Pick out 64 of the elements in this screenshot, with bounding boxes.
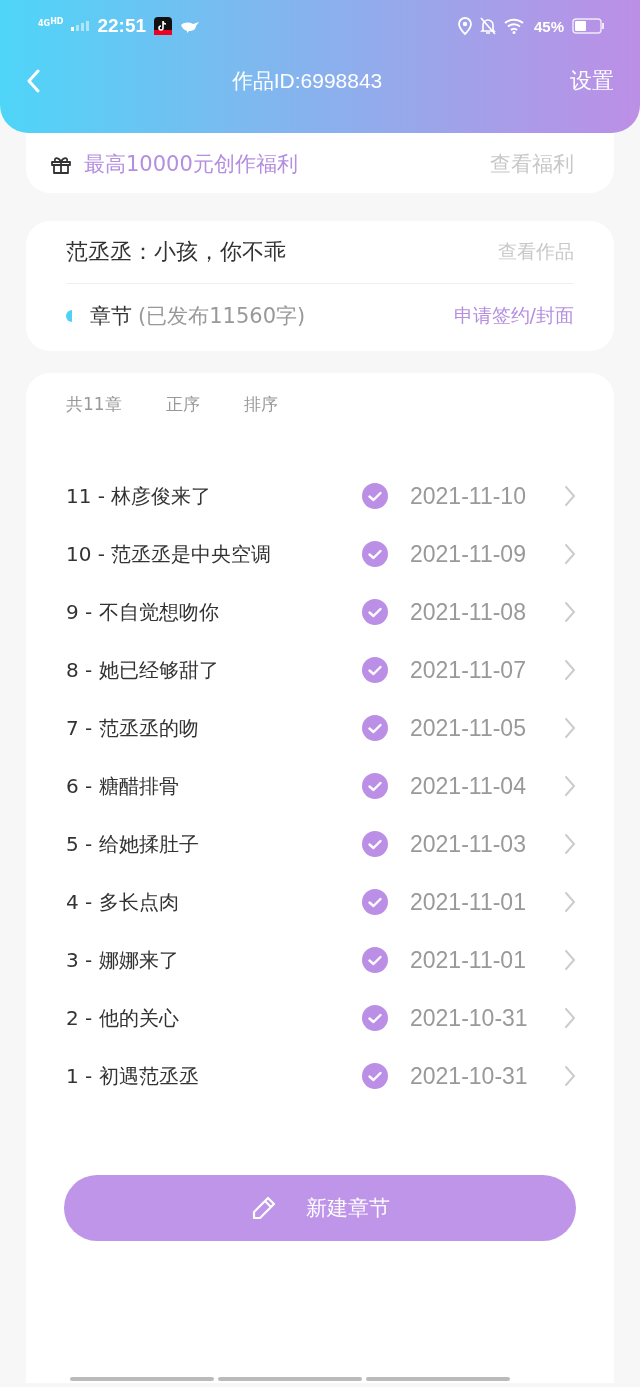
chapter-title: 8 - 她已经够甜了 (66, 656, 220, 684)
chevron-icon (564, 485, 576, 507)
chapter-title: 1 - 初遇范丞丞 (66, 1062, 200, 1090)
chapter-title: 11 - 林彦俊来了 (66, 482, 213, 510)
wifi-icon (503, 18, 526, 34)
signal-icon (71, 21, 90, 31)
chapter-date: 2021-11-09 (410, 540, 527, 568)
work-title: 范丞丞：小孩，你不乖 (66, 238, 287, 266)
chevron-icon (564, 1065, 576, 1087)
chapter-row[interactable]: 11 - 林彦俊来了 2021-11-10 (66, 467, 576, 525)
network-type: 4G (38, 19, 51, 28)
chapter-title: 3 - 娜娜来了 (66, 946, 180, 974)
chapter-row[interactable]: 3 - 娜娜来了 2021-11-01 (66, 931, 576, 989)
chevron-icon (564, 717, 576, 739)
chapter-date: 2021-11-10 (410, 482, 527, 510)
chevron-icon (564, 949, 576, 971)
chapter-date: 2021-11-01 (410, 946, 527, 974)
chapter-row[interactable]: 4 - 多长点肉 2021-11-01 (66, 873, 576, 931)
battery-icon (572, 18, 604, 34)
chapter-date: 2021-11-08 (410, 598, 527, 626)
back-icon (26, 69, 40, 93)
chapter-title: 9 - 不自觉想吻你 (66, 598, 220, 626)
app-icon (154, 17, 173, 35)
chapter-date: 2021-11-03 (410, 830, 527, 858)
page-title: 作品ID:6998843 (231, 68, 383, 94)
chevron-icon (564, 833, 576, 855)
chapter-date: 2021-11-07 (410, 656, 527, 684)
clock: 22:51 (97, 15, 147, 37)
chapter-row[interactable]: 2 - 他的关心 2021-10-31 (66, 989, 576, 1047)
chapter-date: 2021-10-31 (410, 1062, 529, 1090)
chapter-count: 共11章 (66, 392, 122, 416)
chapter-title: 5 - 给她揉肚子 (66, 830, 200, 858)
gift-icon (50, 154, 72, 174)
bird-icon (180, 19, 201, 33)
chevron-icon (564, 775, 576, 797)
chapter-row[interactable]: 10 - 范丞丞是中央空调 2021-11-09 (66, 525, 576, 583)
chapter-row[interactable]: 6 - 糖醋排骨 2021-11-04 (66, 757, 576, 815)
chapter-row[interactable]: 5 - 给她揉肚子 2021-11-03 (66, 815, 576, 873)
chapter-row[interactable]: 7 - 范丞丞的吻 2021-11-05 (66, 699, 576, 757)
chapter-date: 2021-10-31 (410, 1004, 529, 1032)
chapter-date: 2021-11-04 (410, 772, 527, 800)
pencil-icon (250, 1194, 278, 1222)
word-count: (已发布11560字) (138, 303, 307, 330)
battery-percent: 45% (533, 17, 564, 35)
chevron-icon (564, 543, 576, 565)
benefit-text: 最高10000元创作福利 (84, 151, 299, 178)
muted-bell-icon (479, 17, 496, 35)
chevron-icon (564, 659, 576, 681)
chapter-row[interactable]: 9 - 不自觉想吻你 2021-11-08 (66, 583, 576, 641)
chapter-row[interactable]: 8 - 她已经够甜了 2021-11-07 (66, 641, 576, 699)
location-icon (457, 17, 472, 35)
chapter-row[interactable]: 1 - 初遇范丞丞 2021-10-31 (66, 1047, 576, 1105)
chapter-date: 2021-11-01 (410, 888, 527, 916)
section-label: 章节 (90, 303, 132, 330)
chapter-title: 7 - 范丞丞的吻 (66, 714, 200, 742)
chapter-title: 6 - 糖醋排骨 (66, 772, 180, 800)
chapter-title: 2 - 他的关心 (66, 1004, 180, 1032)
chevron-icon (564, 891, 576, 913)
chevron-icon (564, 1007, 576, 1029)
chapter-title: 10 - 范丞丞是中央空调 (66, 540, 273, 568)
chapter-title: 4 - 多长点肉 (66, 888, 180, 916)
network-hd: HD (50, 17, 64, 26)
chevron-icon (564, 601, 576, 623)
chapter-date: 2021-11-05 (410, 714, 527, 742)
